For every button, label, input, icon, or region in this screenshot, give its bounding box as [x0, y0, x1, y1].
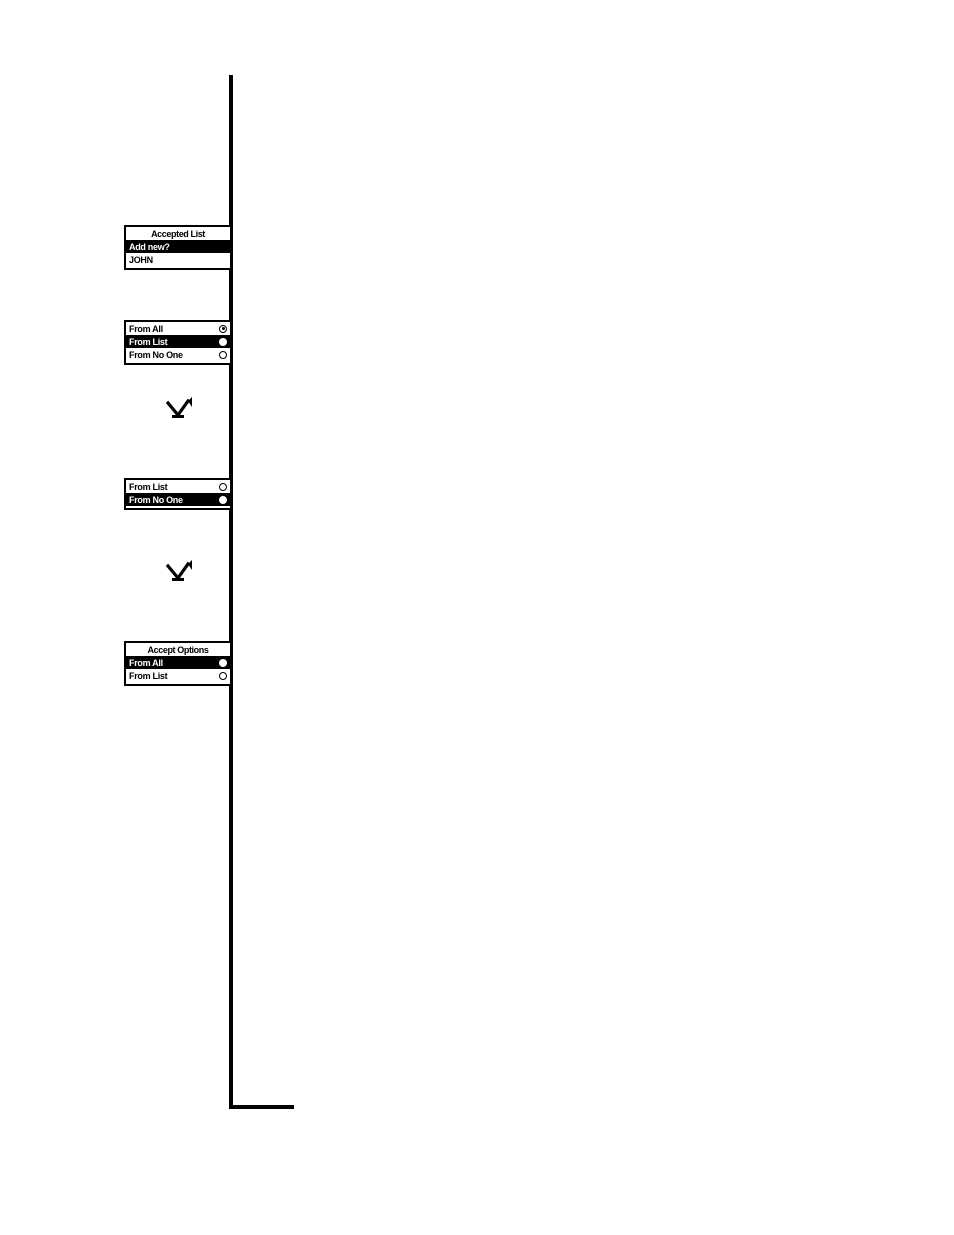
bounce-arrow-icon	[166, 397, 192, 419]
lcd-row-from-list[interactable]: From List	[126, 669, 230, 682]
radio-icon	[219, 659, 227, 667]
lcd-title: Accept Options	[126, 645, 230, 656]
divider-foot	[229, 1105, 294, 1109]
page: Accepted List Add new? JOHN From All Fro…	[0, 0, 954, 1235]
radio-icon	[219, 351, 227, 359]
lcd-row-label: Add new?	[129, 242, 227, 252]
lcd-accepted-list: Accepted List Add new? JOHN	[124, 225, 232, 270]
lcd-accept-options-2: From List From No One	[124, 478, 232, 510]
lcd-row-label: From List	[129, 482, 215, 492]
lcd-accept-options-titled: Accept Options From All From List	[124, 641, 232, 686]
lcd-accept-options-3: From All From List From No One	[124, 320, 232, 365]
lcd-row-from-list[interactable]: From List	[126, 480, 230, 493]
lcd-row-add-new[interactable]: Add new?	[126, 240, 230, 253]
lcd-row-label: From All	[129, 324, 215, 334]
radio-icon	[219, 672, 227, 680]
radio-icon	[219, 338, 227, 346]
lcd-row-from-all[interactable]: From All	[126, 656, 230, 669]
lcd-row-john[interactable]: JOHN	[126, 253, 230, 266]
lcd-row-from-list[interactable]: From List	[126, 335, 230, 348]
lcd-row-label: From List	[129, 671, 215, 681]
radio-icon	[219, 496, 227, 504]
lcd-row-from-all[interactable]: From All	[126, 322, 230, 335]
lcd-row-label: From All	[129, 658, 215, 668]
lcd-row-label: From List	[129, 337, 215, 347]
radio-icon	[219, 483, 227, 491]
bounce-arrow-icon	[166, 560, 192, 582]
lcd-row-label: From No One	[129, 350, 215, 360]
lcd-row-label: From No One	[129, 495, 215, 505]
lcd-row-label: JOHN	[129, 255, 227, 265]
lcd-row-from-no-one[interactable]: From No One	[126, 493, 230, 506]
radio-icon	[219, 325, 227, 333]
lcd-title: Accepted List	[126, 229, 230, 240]
lcd-row-from-no-one[interactable]: From No One	[126, 348, 230, 361]
